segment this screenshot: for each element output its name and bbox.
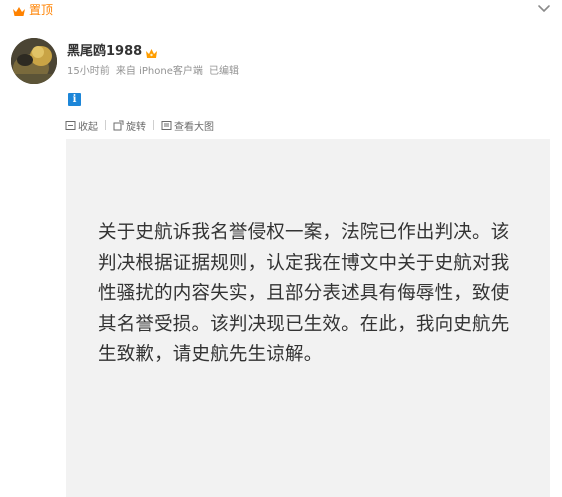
collect-label: 收起 [78, 121, 98, 133]
post-meta: 15小时前 来自 iPhone客户端 已编辑 [67, 66, 242, 78]
username[interactable]: 黑尾鸥1988 [67, 44, 142, 60]
rotate-button[interactable]: 旋转 [113, 118, 146, 133]
pin-icon [12, 3, 26, 17]
collapse-icon [65, 120, 76, 130]
info-icon[interactable]: i [68, 93, 81, 106]
image-toolbar: 收起 旋转 查看大图 [65, 118, 214, 133]
toolbar-divider [105, 120, 106, 130]
avatar[interactable] [11, 38, 57, 84]
pinned-label: 置顶 [29, 3, 54, 17]
image-text: 关于史航诉我名誉侵权一案，法院已作出判决。该判决根据证据规则，认定我在博文中关于… [98, 222, 510, 365]
pinned-indicator: 置顶 [12, 3, 53, 17]
view-large-button[interactable]: 查看大图 [161, 118, 214, 133]
collapse-menu-button[interactable] [536, 2, 552, 16]
view-large-label: 查看大图 [174, 121, 214, 133]
rotate-label: 旋转 [126, 121, 146, 133]
edited-label[interactable]: 已编辑 [209, 66, 239, 77]
rotate-icon [113, 120, 124, 130]
collect-button[interactable]: 收起 [65, 118, 98, 133]
toolbar-divider [153, 120, 154, 130]
chevron-down-icon [538, 5, 550, 13]
image-icon [161, 120, 172, 130]
post-time[interactable]: 15小时前 [67, 66, 110, 77]
post-source: 来自 iPhone客户端 [115, 66, 203, 77]
crown-icon [145, 45, 158, 58]
